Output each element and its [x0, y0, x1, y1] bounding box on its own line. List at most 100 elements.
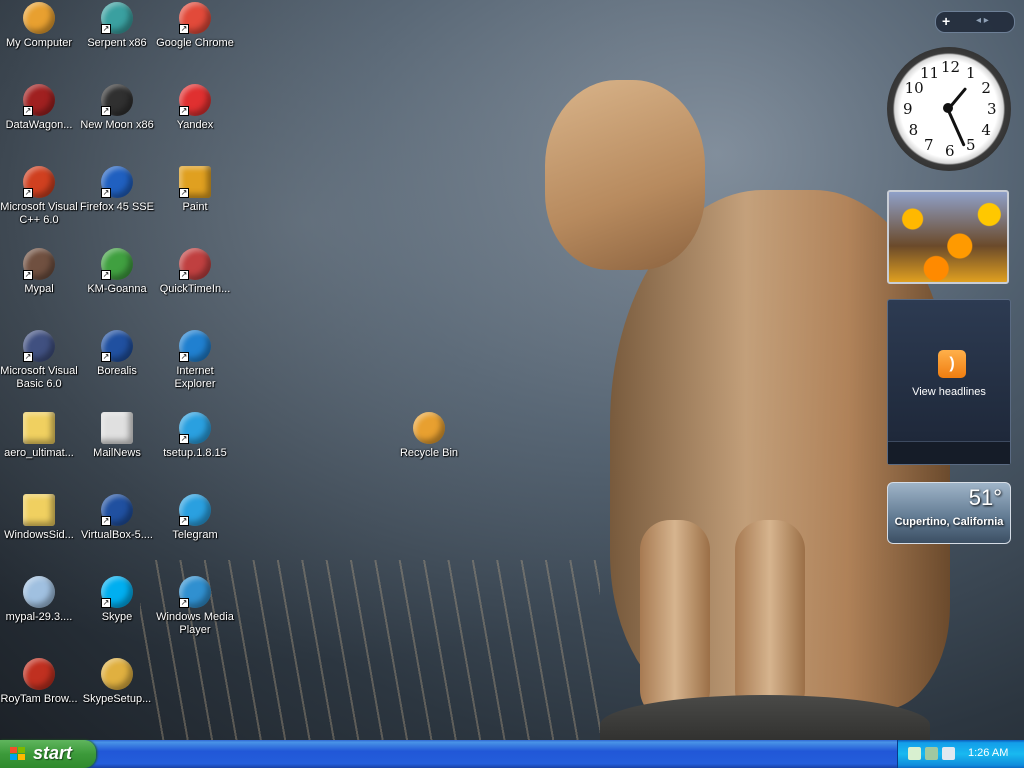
- desktop-icon-label: QuickTimeIn...: [159, 283, 231, 295]
- desktop-icon[interactable]: MailNews: [78, 412, 156, 460]
- clock-numeral: 2: [981, 79, 991, 97]
- desktop-icon-label: Windows Media Player: [156, 611, 234, 636]
- skype-setup-icon[interactable]: [101, 658, 133, 690]
- desktop-icon-label: Yandex: [176, 119, 214, 131]
- desktop-icon-label: Mypal: [24, 283, 54, 295]
- desktop-icon-label: Microsoft Visual C++ 6.0: [0, 201, 78, 226]
- slideshow-gadget[interactable]: [887, 190, 1009, 284]
- desktop-icon[interactable]: Recycle Bin: [390, 412, 468, 460]
- desktop-icon[interactable]: ↗ Microsoft Visual Basic 6.0: [0, 330, 78, 391]
- clock-numeral: 3: [987, 100, 997, 118]
- desktop-icon[interactable]: ↗ Paint: [156, 166, 234, 214]
- gadget-nav-arrows[interactable]: ◂ ▸: [976, 15, 989, 26]
- desktop-icon[interactable]: ↗ Skype: [78, 576, 156, 624]
- borealis-icon[interactable]: ↗: [101, 330, 133, 362]
- mail-envelope-icon[interactable]: [101, 412, 133, 444]
- network-icon[interactable]: [908, 747, 921, 760]
- gadget-toolbar[interactable]: + ◂ ▸: [935, 11, 1015, 33]
- firefox-icon[interactable]: ↗: [101, 166, 133, 198]
- desktop-icon-label: MailNews: [93, 447, 141, 459]
- shortcut-arrow-icon: ↗: [179, 270, 189, 280]
- desktop-icon[interactable]: ↗ Borealis: [78, 330, 156, 378]
- desktop-icon-label: New Moon x86: [80, 119, 154, 131]
- garfield-recycle-bin-icon[interactable]: [413, 412, 445, 444]
- display-icon[interactable]: [925, 747, 938, 760]
- telegram-icon[interactable]: ↗: [179, 494, 211, 526]
- km-goanna-icon[interactable]: ↗: [101, 248, 133, 280]
- feed-gadget-footer: [888, 441, 1010, 464]
- quicktime-installer-icon[interactable]: ↗: [179, 248, 211, 280]
- telegram-icon[interactable]: ↗: [179, 412, 211, 444]
- desktop-icon[interactable]: aero_ultimat...: [0, 412, 78, 460]
- desktop-icon-label: Borealis: [97, 365, 137, 377]
- folder-icon[interactable]: [23, 494, 55, 526]
- shortcut-arrow-icon: ↗: [179, 106, 189, 116]
- shortcut-arrow-icon: ↗: [101, 24, 111, 34]
- skype-icon[interactable]: ↗: [101, 576, 133, 608]
- visual-basic-icon[interactable]: ↗: [23, 330, 55, 362]
- internet-explorer-icon[interactable]: ↗: [179, 330, 211, 362]
- start-button[interactable]: start: [0, 740, 96, 768]
- weather-location: Cupertino, California: [894, 516, 1004, 528]
- weather-temperature: 51°: [968, 485, 1002, 510]
- desktop-icon[interactable]: WindowsSid...: [0, 494, 78, 542]
- desktop-icon[interactable]: ↗ Google Chrome: [156, 2, 234, 50]
- desktop-icon[interactable]: RoyTam Brow...: [0, 658, 78, 706]
- add-gadget-button[interactable]: +: [942, 13, 950, 29]
- desktop-icon[interactable]: mypal-29.3....: [0, 576, 78, 624]
- desktop-icon[interactable]: ↗ KM-Goanna: [78, 248, 156, 296]
- folder-icon[interactable]: [23, 412, 55, 444]
- visual-cpp-icon[interactable]: ↗: [23, 166, 55, 198]
- desktop-icon[interactable]: ↗ QuickTimeIn...: [156, 248, 234, 296]
- view-headlines-label[interactable]: View headlines: [888, 386, 1010, 398]
- desktop-icon[interactable]: SkypeSetup...: [78, 658, 156, 706]
- clock-center: [943, 103, 953, 113]
- desktop-icon-label: tsetup.1.8.15: [163, 447, 227, 459]
- desktop-icon-label: WindowsSid...: [4, 529, 74, 541]
- shortcut-arrow-icon: ↗: [101, 106, 111, 116]
- mypal-raccoon-icon[interactable]: ↗: [23, 248, 55, 280]
- datawagon-icon[interactable]: ↗: [23, 84, 55, 116]
- desktop-icon[interactable]: ↗ VirtualBox-5....: [78, 494, 156, 542]
- desktop-icon[interactable]: ↗ Telegram: [156, 494, 234, 542]
- shortcut-arrow-icon: ↗: [179, 516, 189, 526]
- desktop-icon-label: Telegram: [172, 529, 218, 541]
- serpent-browser-icon[interactable]: ↗: [101, 2, 133, 34]
- desktop-icon[interactable]: ↗ Serpent x86: [78, 2, 156, 50]
- yandex-icon[interactable]: ↗: [179, 84, 211, 116]
- desktop-icon[interactable]: ↗ Microsoft Visual C++ 6.0: [0, 166, 78, 227]
- roytam-browser-icon[interactable]: [23, 658, 55, 690]
- shortcut-arrow-icon: ↗: [23, 188, 33, 198]
- desktop-icon[interactable]: ↗ Internet Explorer: [156, 330, 234, 391]
- desktop-icon[interactable]: ↗ Yandex: [156, 84, 234, 132]
- desktop-icon[interactable]: ↗ DataWagon...: [0, 84, 78, 132]
- clock-gadget[interactable]: 12 1 2 3 4 5 6 7 8 9 10 11: [887, 47, 1011, 171]
- desktop-icon-label: aero_ultimat...: [4, 447, 74, 459]
- desktop-icon-label: Firefox 45 SSE: [80, 201, 154, 213]
- desktop-icon[interactable]: ↗ Mypal: [0, 248, 78, 296]
- desktop-icon-label: DataWagon...: [5, 119, 73, 131]
- virtualbox-icon[interactable]: ↗: [101, 494, 133, 526]
- desktop-icon-label: Google Chrome: [156, 37, 234, 49]
- desktop-icon[interactable]: ↗ Firefox 45 SSE: [78, 166, 156, 214]
- shortcut-arrow-icon: ↗: [101, 270, 111, 280]
- tray-clock[interactable]: 1:26 AM: [968, 747, 1008, 759]
- system-tray: 1:26 AM: [897, 740, 1024, 768]
- rss-icon[interactable]: ): [938, 350, 966, 378]
- shortcut-arrow-icon: ↗: [179, 598, 189, 608]
- garfield-computer-icon[interactable]: [23, 2, 55, 34]
- desktop-icon[interactable]: ↗ Windows Media Player: [156, 576, 234, 637]
- clock-numeral: 1: [966, 63, 976, 82]
- paint-icon[interactable]: ↗: [179, 166, 211, 198]
- desktop-icon[interactable]: ↗ tsetup.1.8.15: [156, 412, 234, 460]
- feed-headlines-gadget[interactable]: ) View headlines: [887, 299, 1011, 465]
- desktop-icon-label: SkypeSetup...: [82, 693, 152, 705]
- update-icon[interactable]: [942, 747, 955, 760]
- chrome-icon[interactable]: ↗: [179, 2, 211, 34]
- media-player-icon[interactable]: ↗: [179, 576, 211, 608]
- weather-gadget[interactable]: 51° Cupertino, California: [887, 482, 1011, 544]
- desktop-icon[interactable]: My Computer: [0, 2, 78, 50]
- installer-cd-icon[interactable]: [23, 576, 55, 608]
- desktop-icon[interactable]: ↗ New Moon x86: [78, 84, 156, 132]
- new-moon-icon[interactable]: ↗: [101, 84, 133, 116]
